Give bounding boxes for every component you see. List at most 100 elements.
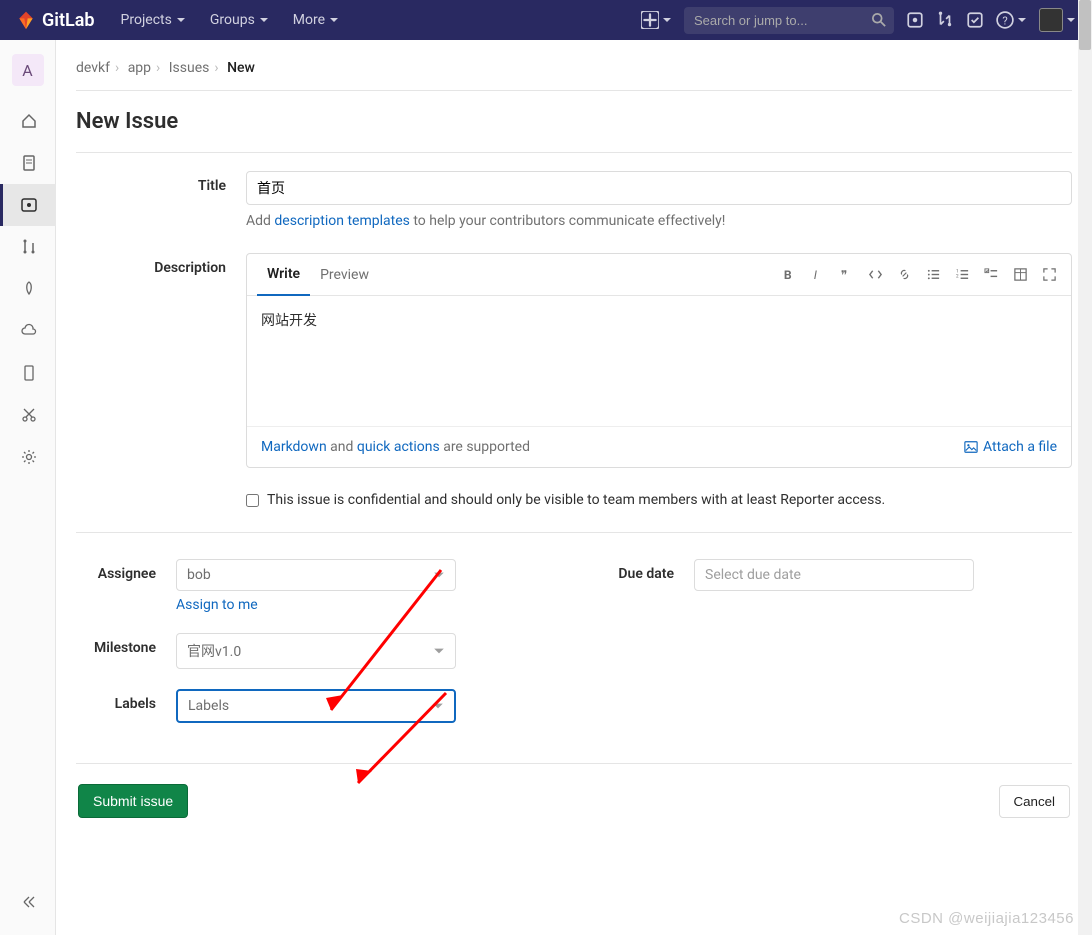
merge-icon xyxy=(21,239,37,255)
markdown-link[interactable]: Markdown xyxy=(261,439,327,455)
labels-label: Labels xyxy=(76,689,176,712)
sidebar-item-settings[interactable] xyxy=(0,436,56,478)
nav-more[interactable]: More xyxy=(283,4,349,36)
sidebar-item-wiki[interactable] xyxy=(0,352,56,394)
confidential-checkbox[interactable] xyxy=(246,494,259,507)
sidebar-item-repository[interactable] xyxy=(0,142,56,184)
scrollbar[interactable] xyxy=(1078,0,1092,935)
quick-actions-link[interactable]: quick actions xyxy=(357,439,440,455)
description-label: Description xyxy=(76,253,246,468)
rocket-icon xyxy=(21,281,37,297)
crumb-3[interactable]: Issues xyxy=(169,60,210,76)
assignee-label: Assignee xyxy=(76,559,176,582)
confidential-text: This issue is confidential and should on… xyxy=(267,492,885,508)
submit-button[interactable]: Submit issue xyxy=(78,784,188,818)
quote-icon[interactable]: ❞ xyxy=(839,267,854,282)
search-icon xyxy=(872,13,886,27)
image-icon xyxy=(964,440,978,454)
milestone-value: 官网v1.0 xyxy=(187,641,241,661)
svg-text:?: ? xyxy=(1002,15,1007,28)
svg-text:❞: ❞ xyxy=(841,268,848,282)
merge-requests-icon[interactable] xyxy=(936,11,954,29)
template-link[interactable]: description templates xyxy=(274,213,409,229)
chevron-down-icon xyxy=(176,15,186,25)
milestone-label: Milestone xyxy=(76,633,176,656)
attach-file-button[interactable]: Attach a file xyxy=(964,439,1057,455)
nav-projects[interactable]: Projects xyxy=(111,4,196,36)
cancel-button[interactable]: Cancel xyxy=(999,785,1071,818)
sidebar: A xyxy=(0,40,56,935)
description-textarea[interactable]: 网站开发 xyxy=(247,296,1071,426)
avatar xyxy=(1039,8,1063,32)
page-title: New Issue xyxy=(76,109,1072,153)
description-editor: Write Preview B I ❞ 12 xyxy=(246,253,1072,468)
tanuki-icon xyxy=(16,10,36,30)
book-icon xyxy=(21,365,37,381)
chevron-down-icon xyxy=(433,569,445,581)
svg-text:I: I xyxy=(814,268,818,282)
gear-icon xyxy=(21,449,37,465)
template-help: Add description templates to help your c… xyxy=(246,213,1072,229)
code-icon[interactable] xyxy=(868,267,883,282)
sidebar-item-operations[interactable] xyxy=(0,310,56,352)
sidebar-item-issues[interactable] xyxy=(0,184,56,226)
search-input[interactable] xyxy=(684,7,894,34)
crumb-2[interactable]: app xyxy=(128,60,151,76)
fullscreen-icon[interactable] xyxy=(1042,267,1057,282)
tab-preview[interactable]: Preview xyxy=(310,255,379,295)
italic-icon[interactable]: I xyxy=(810,267,825,282)
chevron-down-icon xyxy=(433,645,445,657)
chevron-down-icon xyxy=(259,15,269,25)
editor-toolbar: B I ❞ 12 xyxy=(781,267,1061,282)
scissors-icon xyxy=(21,407,37,423)
labels-dropdown[interactable]: Labels xyxy=(176,689,456,723)
todo-icon[interactable] xyxy=(966,11,984,29)
chevron-down-icon xyxy=(432,700,444,712)
sidebar-item-home[interactable] xyxy=(0,100,56,142)
nav-groups[interactable]: Groups xyxy=(200,4,279,36)
markdown-help: Markdown and quick actions are supported xyxy=(261,439,530,455)
milestone-dropdown[interactable]: 官网v1.0 xyxy=(176,633,456,669)
doc-icon xyxy=(21,155,37,171)
table-icon[interactable] xyxy=(1013,267,1028,282)
chevron-down-icon xyxy=(1066,15,1076,25)
content: devkf› app› Issues› New New Issue Title … xyxy=(56,40,1092,935)
watermark: CSDN @weijiajia123456 xyxy=(899,910,1074,927)
assignee-value: bob xyxy=(187,567,211,583)
issues-icon[interactable] xyxy=(906,11,924,29)
crumb-1[interactable]: devkf xyxy=(76,60,110,76)
sidebar-collapse[interactable] xyxy=(0,881,56,923)
task-list-icon[interactable] xyxy=(984,267,999,282)
link-icon[interactable] xyxy=(897,267,912,282)
sidebar-item-snippets[interactable] xyxy=(0,394,56,436)
gitlab-logo[interactable]: GitLab xyxy=(16,10,95,31)
due-date-input[interactable]: Select due date xyxy=(694,559,974,591)
bold-icon[interactable]: B xyxy=(781,267,796,282)
sidebar-item-merge-requests[interactable] xyxy=(0,226,56,268)
assignee-dropdown[interactable]: bob xyxy=(176,559,456,591)
topbar: GitLab Projects Groups More ? xyxy=(0,0,1092,40)
bullet-list-icon[interactable] xyxy=(926,267,941,282)
title-label: Title xyxy=(76,171,246,229)
user-menu[interactable] xyxy=(1039,8,1076,32)
project-avatar[interactable]: A xyxy=(12,54,44,86)
due-date-label: Due date xyxy=(594,559,694,582)
svg-text:B: B xyxy=(784,268,792,282)
svg-text:2: 2 xyxy=(956,273,959,279)
plus-icon xyxy=(641,11,659,29)
help-icon: ? xyxy=(996,11,1014,29)
home-icon xyxy=(21,113,37,129)
help-menu[interactable]: ? xyxy=(996,11,1027,29)
sidebar-item-ci[interactable] xyxy=(0,268,56,310)
number-list-icon[interactable]: 12 xyxy=(955,267,970,282)
collapse-icon xyxy=(21,894,37,910)
crumb-current: New xyxy=(227,60,255,76)
labels-placeholder: Labels xyxy=(188,698,229,714)
assign-to-me-link[interactable]: Assign to me xyxy=(176,597,456,613)
title-input[interactable] xyxy=(246,171,1072,205)
breadcrumb: devkf› app› Issues› New xyxy=(76,54,1072,91)
tab-write[interactable]: Write xyxy=(257,254,310,296)
new-menu[interactable] xyxy=(641,11,672,29)
brand-name: GitLab xyxy=(42,10,95,31)
chevron-down-icon xyxy=(1017,15,1027,25)
